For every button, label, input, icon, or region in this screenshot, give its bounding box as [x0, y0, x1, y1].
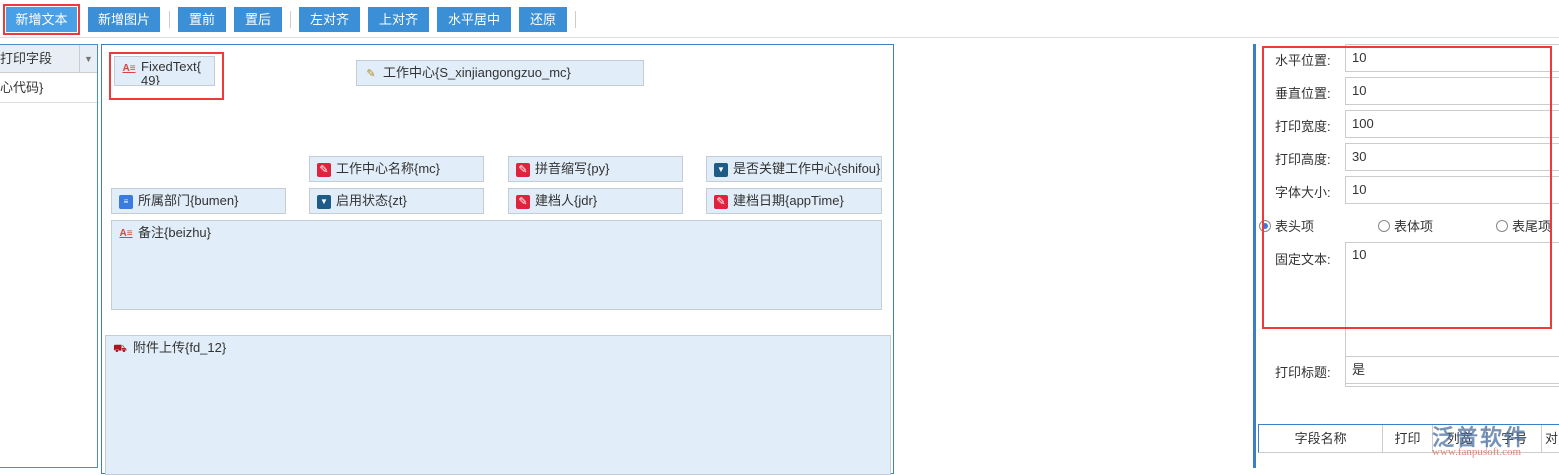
field-label: 附件上传{fd_12}: [133, 340, 227, 355]
field-label: 建档日期{appTime}: [733, 193, 844, 208]
edit-icon: ✎: [317, 163, 331, 177]
toolbar: 新增文本 新增图片 置前 置后 左对齐 上对齐 水平居中 还原: [0, 0, 1559, 38]
chevron-down-icon[interactable]: ▼: [79, 45, 97, 73]
field-label: 建档人{jdr}: [535, 193, 598, 208]
divider: [169, 11, 170, 28]
field-work-center[interactable]: ✎ 工作中心{S_xinjiangongzuo_mc}: [356, 60, 644, 86]
field-jdr[interactable]: ✎ 建档人{jdr}: [508, 188, 683, 214]
edit-icon: ✎: [516, 163, 530, 177]
field-label: 启用状态{zt}: [336, 193, 407, 208]
field-shifou[interactable]: ▼ 是否关键工作中心{shifou}: [706, 156, 882, 182]
add-image-button[interactable]: 新增图片: [88, 7, 160, 32]
print-fields-header[interactable]: 打印字段 ▼: [0, 45, 97, 73]
field-label: 拼音缩写{py}: [535, 161, 610, 176]
edit-icon: ✎: [516, 195, 530, 209]
upload-icon: ⛟: [113, 343, 127, 355]
bring-front-button[interactable]: 置前: [178, 7, 226, 32]
align-top-button[interactable]: 上对齐: [368, 7, 429, 32]
properties-panel: 水平位置: 10 垂直位置: 10 打印宽度: 100 打印高度: 30 字体大…: [1253, 44, 1559, 468]
field-label: 工作中心{S_xinjiangongzuo_mc}: [383, 65, 571, 80]
print-title-select[interactable]: 是: [1345, 356, 1559, 384]
field-attachment[interactable]: ⛟ 附件上传{fd_12}: [105, 335, 891, 475]
text-icon: A≡: [119, 228, 133, 239]
field-py[interactable]: ✎ 拼音缩写{py}: [508, 156, 683, 182]
col-field-name[interactable]: 字段名称: [1259, 425, 1384, 452]
field-mc[interactable]: ✎ 工作中心名称{mc}: [309, 156, 484, 182]
field-label: 是否关键工作中心{shifou}: [733, 161, 881, 176]
design-canvas: A≡ FixedText{ 49} ✎ 工作中心{S_xinjiangongzuo_…: [101, 44, 894, 475]
highlight-box: [1262, 46, 1552, 329]
field-beizhu[interactable]: A≡ 备注{beizhu}: [111, 220, 882, 310]
col-alignment[interactable]: 对: [1542, 425, 1559, 452]
field-label: 所属部门{bumen}: [138, 193, 239, 208]
edit-icon: ✎: [714, 195, 728, 209]
center-horizontal-button[interactable]: 水平居中: [437, 7, 511, 32]
list-item[interactable]: 心代码}: [0, 73, 97, 103]
dropdown-icon: ▼: [317, 195, 331, 209]
restore-button[interactable]: 还原: [519, 7, 567, 32]
document-icon: ≡: [119, 195, 133, 209]
panel-title: 打印字段: [0, 51, 53, 66]
divider: [290, 11, 291, 28]
pen-icon: ✎: [366, 68, 376, 80]
dropdown-icon: ▼: [714, 163, 728, 177]
field-label: 工作中心名称{mc}: [336, 161, 441, 176]
field-label: 备注{beizhu}: [138, 225, 211, 240]
field-zt[interactable]: ▼ 启用状态{zt}: [309, 188, 484, 214]
highlight-box: [109, 52, 224, 100]
label-print-title: 打印标题:: [1275, 365, 1331, 380]
divider: [575, 11, 576, 28]
field-bumen[interactable]: ≡ 所属部门{bumen}: [111, 188, 286, 214]
send-back-button[interactable]: 置后: [234, 7, 282, 32]
field-apptime[interactable]: ✎ 建档日期{appTime}: [706, 188, 882, 214]
print-fields-panel: 打印字段 ▼ 心代码}: [0, 44, 98, 468]
align-left-button[interactable]: 左对齐: [299, 7, 360, 32]
add-text-button[interactable]: 新增文本: [3, 4, 80, 35]
watermark-url: www.fanpusoft.com: [1432, 446, 1522, 458]
col-print[interactable]: 打印: [1383, 425, 1433, 452]
